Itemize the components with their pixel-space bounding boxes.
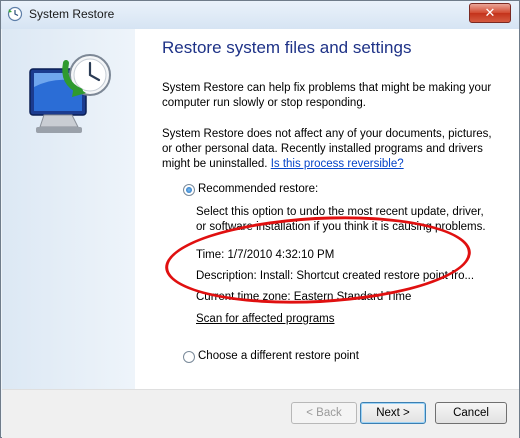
different-restore-point-label[interactable]: Choose a different restore point xyxy=(198,350,359,362)
cancel-button[interactable]: Cancel xyxy=(435,402,507,424)
button-bar: < Back Next > Cancel xyxy=(2,389,519,438)
window-title: System Restore xyxy=(29,7,115,21)
system-restore-icon xyxy=(7,6,23,22)
recommended-restore-radio[interactable] xyxy=(183,184,195,196)
system-restore-window: System Restore ✕ Restore system files an… xyxy=(0,0,520,438)
back-button[interactable]: < Back xyxy=(291,402,357,424)
restore-timezone: Current time zone: Eastern Standard Time xyxy=(196,291,412,303)
different-restore-point-radio[interactable] xyxy=(183,351,195,363)
restore-time: Time: 1/7/2010 4:32:10 PM xyxy=(196,249,335,261)
recommended-description: Select this option to undo the most rece… xyxy=(196,206,486,233)
reversible-help-link[interactable]: Is this process reversible? xyxy=(271,158,404,170)
close-button[interactable]: ✕ xyxy=(469,3,511,23)
side-banner xyxy=(2,29,135,389)
intro-text: System Restore can help fix problems tha… xyxy=(162,82,492,109)
main-content: Restore system files and settings System… xyxy=(135,29,519,389)
system-restore-banner-icon xyxy=(29,54,111,133)
next-button[interactable]: Next > xyxy=(360,402,426,424)
scan-affected-programs-link[interactable]: Scan for affected programs xyxy=(196,312,335,327)
page-title: Restore system files and settings xyxy=(162,38,412,57)
info-text: System Restore does not affect any of yo… xyxy=(162,127,492,172)
recommended-restore-label[interactable]: Recommended restore: xyxy=(198,183,318,195)
title-bar: System Restore ✕ xyxy=(1,1,519,29)
restore-description: Description: Install: Shortcut created r… xyxy=(196,270,475,282)
